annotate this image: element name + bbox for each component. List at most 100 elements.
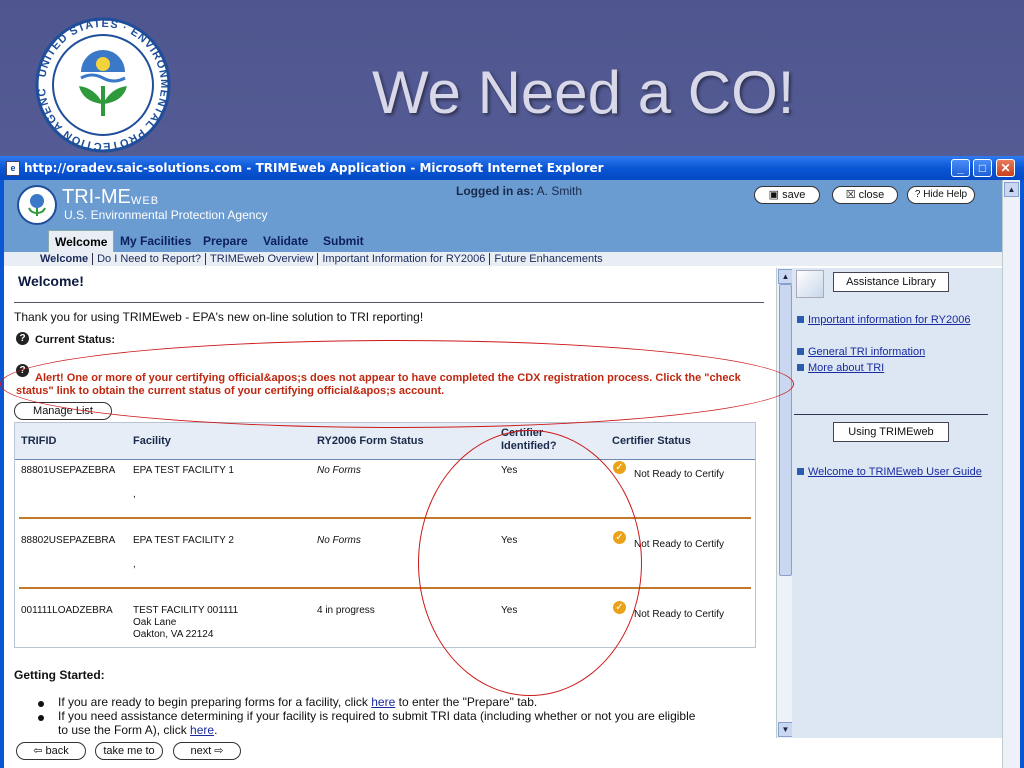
cell-certifier-status[interactable]: Not Ready to Certify: [634, 469, 724, 480]
assistance-here-link[interactable]: here: [190, 723, 214, 737]
tab-validate[interactable]: Validate: [263, 234, 308, 248]
subnav-welcome[interactable]: Welcome: [36, 253, 94, 265]
close-window-button[interactable]: ✕: [996, 159, 1015, 177]
app-agency: U.S. Environmental Protection Agency: [64, 208, 268, 222]
prepare-here-link[interactable]: here: [371, 695, 395, 709]
bullet-prepare-text-b: to enter the "Prepare" tab.: [395, 695, 538, 709]
cell-address-line1: Oak Lane: [133, 617, 177, 628]
scroll-down-icon[interactable]: ▼: [778, 722, 793, 737]
help-question-icon[interactable]: ?: [16, 332, 29, 345]
col-certifier-status: Certifier Status: [612, 435, 691, 447]
tab-prepare[interactable]: Prepare: [203, 234, 248, 248]
bullet-icon: [38, 715, 44, 721]
row-divider: [19, 517, 751, 519]
bullet-assistance-line1: If you need assistance determining if yo…: [58, 709, 696, 723]
col-form-status: RY2006 Form Status: [317, 435, 424, 447]
cell-form-status: No Forms: [317, 465, 361, 476]
cell-address: ,: [133, 559, 136, 570]
epa-seal-icon: UNITED STATES · ENVIRONMENTAL PROTECTION…: [34, 16, 171, 153]
take-me-to-button[interactable]: take me to: [95, 742, 163, 760]
tab-welcome[interactable]: Welcome: [48, 230, 115, 253]
cell-form-status: 4 in progress: [317, 605, 375, 616]
cell-trifid: 001111LOADZEBRA: [21, 605, 113, 616]
divider: [14, 302, 764, 303]
bullet-assistance-text: to use the Form A), click: [58, 723, 191, 737]
app-logo-sub: WEB: [131, 195, 160, 207]
close-button[interactable]: ☒ close: [832, 186, 898, 204]
cell-trifid: 88802USEPAZEBRA: [21, 535, 116, 546]
next-label: next: [190, 745, 212, 757]
app-header: TRI-ME WEB U.S. Environmental Protection…: [4, 180, 1002, 230]
bullet-icon: [38, 701, 44, 707]
book-icon: [796, 270, 824, 298]
next-button[interactable]: next ⇨: [173, 742, 241, 760]
app-logo-text: TRI-ME: [62, 186, 131, 208]
window-titlebar: e http://oradev.saic-solutions.com - TRI…: [0, 156, 1024, 180]
table-row: 001111LOADZEBRA TEST FACILITY 001111 Oak…: [15, 601, 755, 671]
status-check-icon: ✓: [613, 461, 626, 474]
table-row: 88802USEPAZEBRA EPA TEST FACILITY 2 , No…: [15, 531, 755, 601]
save-icon: ▣: [768, 189, 783, 201]
hide-help-button[interactable]: ? Hide Help: [907, 186, 975, 204]
page-scrollbar[interactable]: ▲: [1002, 180, 1020, 768]
close-label: close: [858, 189, 885, 201]
subnav-important-info[interactable]: Important Information for RY2006: [318, 253, 491, 265]
cell-facility[interactable]: EPA TEST FACILITY 1: [133, 465, 234, 476]
link-bullet-icon: [797, 468, 804, 475]
subnav-future-enhancements[interactable]: Future Enhancements: [490, 253, 606, 265]
table-row: 88801USEPAZEBRA EPA TEST FACILITY 1 , No…: [15, 461, 755, 531]
help-link-important-info[interactable]: Important information for RY2006: [808, 312, 988, 328]
subnav-need-to-report[interactable]: Do I Need to Report?: [93, 253, 207, 265]
back-arrow-icon: ⇦: [33, 745, 46, 757]
help-link-more-about[interactable]: More about TRI: [808, 360, 988, 376]
cell-address: ,: [133, 489, 136, 500]
back-label: back: [45, 745, 69, 757]
bullet-assistance-end: .: [214, 723, 218, 737]
certifier-highlight-ellipse: [418, 430, 642, 696]
subnav-overview[interactable]: TRIMEweb Overview: [206, 253, 319, 265]
tab-my-facilities[interactable]: My Facilities: [120, 234, 191, 248]
using-trimeweb-button[interactable]: Using TRIMEweb: [833, 422, 949, 442]
getting-started-heading: Getting Started:: [14, 668, 105, 682]
cell-certifier-status[interactable]: Not Ready to Certify: [634, 609, 724, 620]
link-bullet-icon: [797, 316, 804, 323]
cell-certifier-status[interactable]: Not Ready to Certify: [634, 539, 724, 550]
scroll-up-icon[interactable]: ▲: [778, 269, 793, 284]
help-divider: [794, 414, 988, 415]
back-button[interactable]: ⇦ back: [16, 742, 86, 760]
maximize-button[interactable]: □: [973, 159, 992, 177]
table-header: TRIFID Facility RY2006 Form Status Certi…: [15, 423, 755, 460]
link-bullet-icon: [797, 348, 804, 355]
welcome-heading: Welcome!: [18, 273, 84, 289]
logged-in-status: Logged in as: A. Smith: [456, 184, 582, 198]
assistance-library-button[interactable]: Assistance Library: [833, 272, 949, 292]
minimize-button[interactable]: _: [951, 159, 970, 177]
tab-submit[interactable]: Submit: [323, 234, 364, 248]
window-title: http://oradev.saic-solutions.com - TRIME…: [24, 161, 604, 175]
cell-trifid: 88801USEPAZEBRA: [21, 465, 116, 476]
intro-text: Thank you for using TRIMEweb - EPA's new…: [14, 310, 424, 324]
cell-facility[interactable]: EPA TEST FACILITY 2: [133, 535, 234, 546]
scroll-thumb[interactable]: [779, 284, 792, 576]
next-arrow-icon: ⇨: [211, 745, 224, 757]
content-scrollbar[interactable]: ▲ ▼: [776, 268, 793, 738]
close-icon: ☒: [845, 189, 859, 201]
current-status-label: Current Status:: [35, 334, 116, 346]
ie-icon: e: [6, 161, 20, 176]
slide-title: We Need a CO!: [372, 59, 795, 126]
link-bullet-icon: [797, 364, 804, 371]
save-button[interactable]: ▣ save: [754, 186, 820, 204]
row-divider: [19, 587, 751, 589]
facility-table: TRIFID Facility RY2006 Form Status Certi…: [14, 422, 756, 648]
help-link-general-info[interactable]: General TRI information: [808, 344, 988, 360]
help-link-user-guide[interactable]: Welcome to TRIMEweb User Guide: [808, 464, 988, 480]
logged-in-user: A. Smith: [536, 184, 583, 198]
cell-facility[interactable]: TEST FACILITY 001111: [133, 605, 238, 616]
trime-logo-icon: [17, 185, 57, 225]
bullet-assistance-line2: to use the Form A), click here.: [58, 723, 217, 737]
save-label: save: [782, 189, 806, 201]
tab-bar: Welcome My Facilities Prepare Validate S…: [4, 230, 1002, 253]
cell-address-line2: Oakton, VA 22124: [133, 629, 214, 640]
page-scroll-up-icon[interactable]: ▲: [1004, 182, 1019, 197]
col-trifid: TRIFID: [21, 435, 57, 447]
